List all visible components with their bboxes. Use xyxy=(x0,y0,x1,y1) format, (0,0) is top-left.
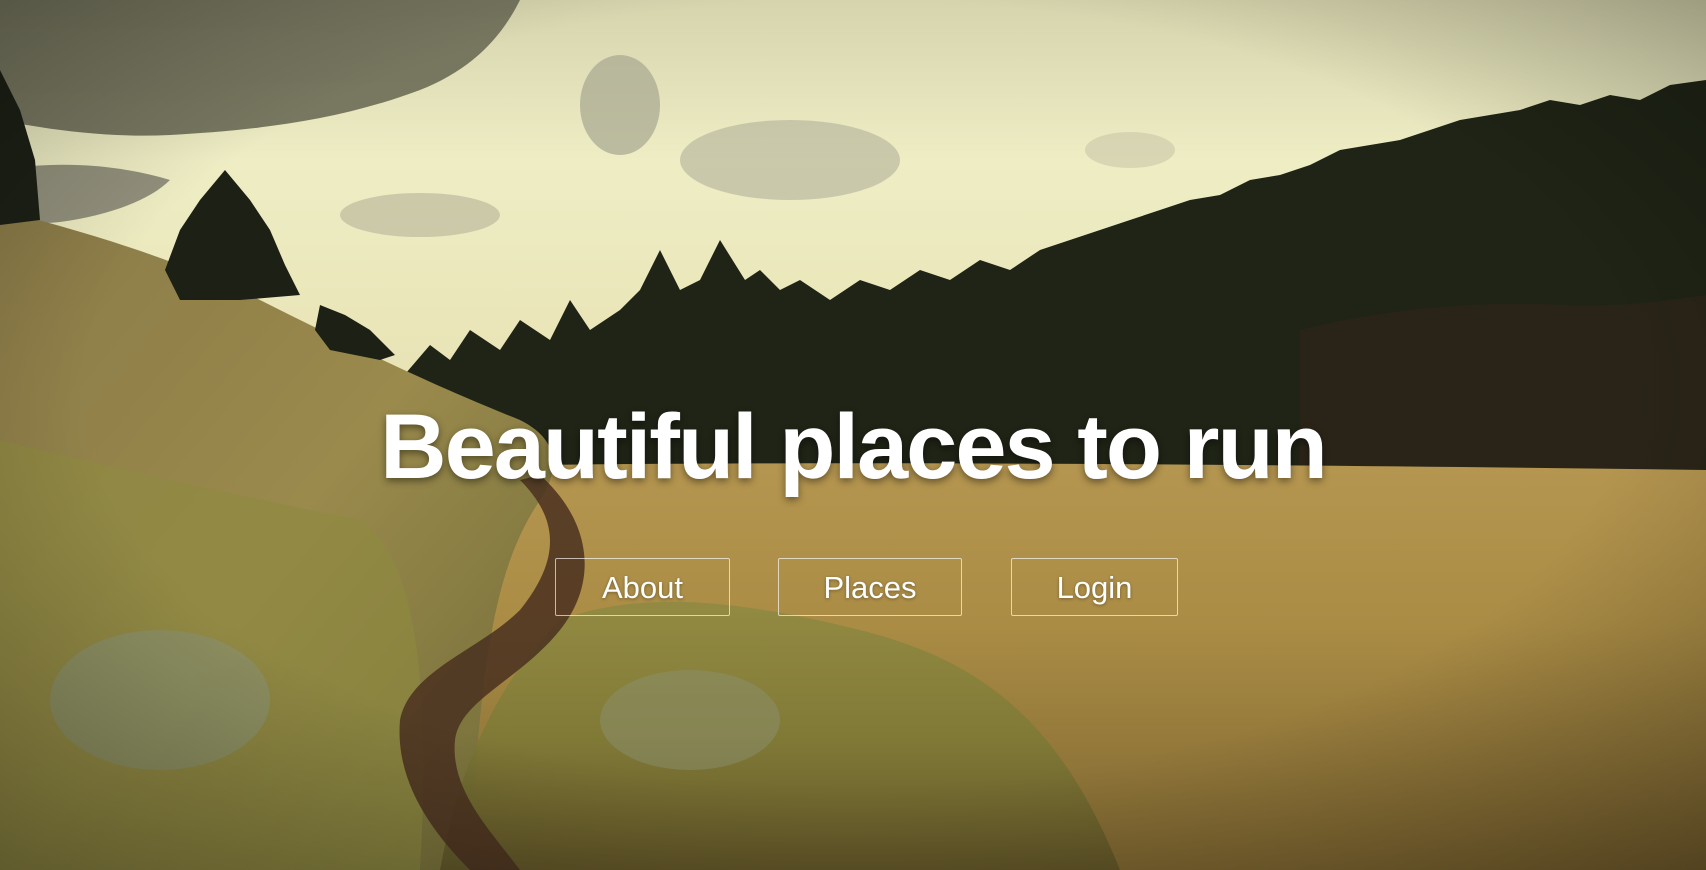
hero-section: Beautiful places to run About Places Log… xyxy=(0,0,1706,870)
places-button[interactable]: Places xyxy=(778,558,962,616)
login-button[interactable]: Login xyxy=(1011,558,1178,616)
hero-title: Beautiful places to run xyxy=(380,396,1328,498)
about-button[interactable]: About xyxy=(555,558,730,616)
hero-nav: About Places Login xyxy=(0,558,1706,618)
